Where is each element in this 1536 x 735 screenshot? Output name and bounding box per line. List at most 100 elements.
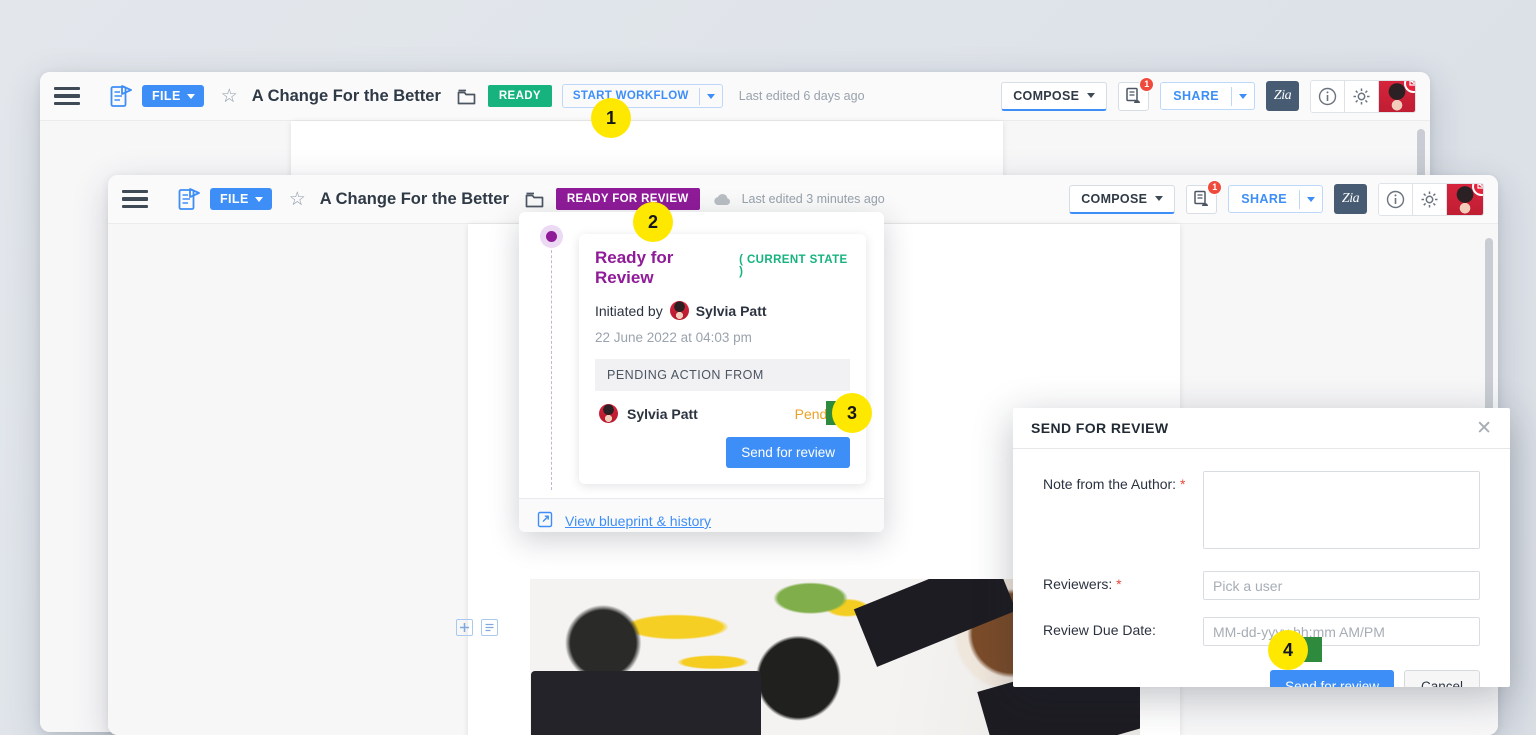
start-workflow-dropdown[interactable] [698,87,722,105]
page-title: A Change For the Better [319,189,509,208]
timeline-rail [551,230,552,490]
hamburger-icon[interactable] [122,189,148,209]
status-badge: READY [487,85,552,107]
callout-badge-1: 1 [591,98,631,138]
star-outline-icon[interactable]: ☆ [221,87,238,106]
send-for-review-modal: SEND FOR REVIEW ✕ Note from the Author: … [1013,408,1510,687]
status-badge: READY FOR REVIEW [555,188,700,210]
due-date-field-label: Review Due Date: [1043,622,1156,638]
current-state-tag: ( CURRENT STATE ) [739,254,848,278]
start-workflow-button[interactable]: START WORKFLOW [563,85,699,107]
callout-badge-3: 3 [832,393,872,433]
share-button[interactable]: SHARE [1229,186,1299,212]
chevron-down-icon [254,196,263,202]
reviewers-field-label-text: Reviewers: [1043,576,1113,592]
pending-action-header: PENDING ACTION FROM [595,359,850,391]
workflow-footer: View blueprint & history Abort workflow [519,498,884,532]
page-title: A Change For the Better [251,86,441,105]
pending-person-name: Sylvia Patt [627,405,698,422]
layout-block-icon[interactable] [481,619,498,636]
notification-count-badge: 1 [1139,76,1155,92]
notifications-button[interactable]: 1 [1186,179,1223,214]
workflow-state-card: Ready for Review ( CURRENT STATE ) Initi… [579,234,866,484]
modal-footer: Send for review Cancel [1013,666,1510,687]
scrollbar-front[interactable] [1485,238,1493,428]
workflow-timestamp: 22 June 2022 at 04:03 pm [595,330,752,345]
note-field-label-text: Note from the Author: [1043,476,1177,492]
share-button[interactable]: SHARE [1161,83,1231,109]
timeline-node-icon [540,225,563,248]
share-group[interactable]: SHARE [1228,185,1323,213]
review-due-date-input[interactable] [1203,617,1480,646]
file-menu-label: FILE [220,192,249,206]
initiator-name: Sylvia Patt [695,302,767,319]
file-menu-label: FILE [152,89,181,103]
notifications-button[interactable]: 1 [1118,76,1155,111]
compose-button[interactable]: COMPOSE [1069,184,1176,214]
insert-toolbar[interactable] [456,619,498,636]
start-workflow-group[interactable]: START WORKFLOW [561,84,723,108]
close-icon[interactable]: ✕ [1476,419,1492,438]
note-field-label: Note from the Author: * [1043,471,1203,492]
gear-icon[interactable] [1413,183,1447,215]
chevron-down-icon [1087,93,1096,98]
file-menu-button[interactable]: FILE [142,85,204,107]
hamburger-icon[interactable] [54,86,80,106]
initiator-avatar [669,301,689,320]
callout-badge-4: 4 [1268,630,1308,670]
compose-button[interactable]: COMPOSE [1001,81,1108,111]
zia-label: Zia [1273,88,1292,103]
last-edited-label: Last edited 3 minutes ago [741,192,885,206]
avatar[interactable] [1447,183,1483,215]
share-dropdown[interactable] [1299,189,1322,209]
modal-body: Note from the Author: * Reviewers: * Rev… [1013,449,1510,666]
gear-icon[interactable] [1345,80,1379,112]
document-edit-icon[interactable] [108,84,133,109]
cloud-saved-icon [712,192,733,207]
workflow-timeline: Ready for Review ( CURRENT STATE ) Initi… [519,212,884,498]
chevron-down-icon [1307,196,1315,202]
initiated-by-row: Initiated by Sylvia Patt [595,301,850,320]
send-for-review-button[interactable]: Send for review [726,437,850,468]
zia-assistant-button[interactable]: Zia [1266,81,1299,111]
share-dropdown[interactable] [1231,86,1254,106]
info-circle-icon[interactable] [1311,80,1345,112]
file-menu-button[interactable]: FILE [210,188,272,210]
view-blueprint-link[interactable]: View blueprint & history [537,511,866,531]
compose-label: COMPOSE [1013,88,1080,103]
folder-icon[interactable] [525,191,544,208]
required-asterisk: * [1179,476,1186,492]
avatar[interactable] [1379,80,1415,112]
last-edited-label: Last edited 6 days ago [738,89,865,103]
notification-count-badge: 1 [1207,179,1223,195]
modal-cancel-button[interactable]: Cancel [1403,670,1480,687]
share-group[interactable]: SHARE [1160,82,1255,110]
note-from-author-input[interactable] [1203,471,1480,549]
zia-assistant-button[interactable]: Zia [1334,184,1367,214]
star-outline-icon[interactable]: ☆ [289,190,306,209]
toolbar-back: FILE ☆ A Change For the Better READY STA… [40,72,1430,121]
view-blueprint-label[interactable]: View blueprint & history [565,513,711,529]
chevron-down-icon [1155,196,1164,201]
modal-title: SEND FOR REVIEW [1031,420,1169,436]
external-link-icon [537,511,554,531]
reviewers-input[interactable] [1203,571,1480,600]
folder-icon[interactable] [457,88,476,105]
field-row-due-date: Review Due Date: [1043,617,1480,646]
zia-label: Zia [1341,191,1360,206]
chevron-down-icon [186,93,195,99]
field-row-note: Note from the Author: * [1043,471,1480,554]
add-block-icon[interactable] [456,619,473,636]
screenshot-stage: FILE ☆ A Change For the Better READY STA… [0,0,1536,735]
required-asterisk: * [1116,576,1122,592]
reviewers-field-label: Reviewers: * [1043,571,1203,592]
document-edit-icon[interactable] [176,187,201,212]
chevron-down-icon [1239,93,1247,99]
modal-send-for-review-button[interactable]: Send for review [1270,670,1394,687]
callout-badge-2: 2 [633,202,673,242]
pending-person-avatar [599,404,618,423]
info-circle-icon[interactable] [1379,183,1413,215]
compose-label: COMPOSE [1081,191,1148,206]
chevron-down-icon [706,93,715,99]
workflow-state-title-row: Ready for Review ( CURRENT STATE ) [595,248,850,288]
